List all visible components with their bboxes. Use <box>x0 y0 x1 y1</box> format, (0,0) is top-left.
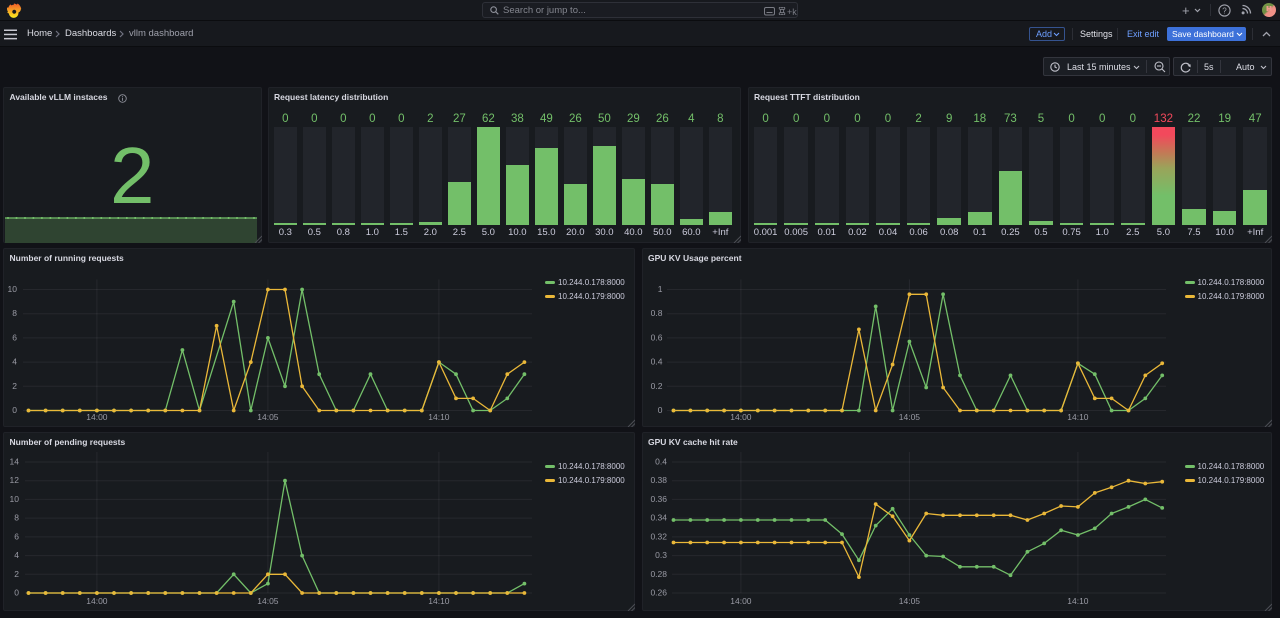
svg-text:0: 0 <box>12 405 17 415</box>
svg-text:14:10: 14:10 <box>428 596 450 606</box>
svg-text:0.34: 0.34 <box>650 513 667 523</box>
svg-text:?: ? <box>1222 6 1227 15</box>
svg-text:14:00: 14:00 <box>730 412 752 422</box>
svg-text:0.26: 0.26 <box>650 588 667 598</box>
svg-text:0: 0 <box>657 405 662 415</box>
svg-text:8: 8 <box>12 308 17 318</box>
svg-text:0.32: 0.32 <box>650 531 667 541</box>
svg-text:14: 14 <box>10 457 20 467</box>
svg-text:14:05: 14:05 <box>898 412 920 422</box>
svg-text:6: 6 <box>14 531 19 541</box>
svg-text:4: 4 <box>14 550 19 560</box>
svg-text:10: 10 <box>10 494 20 504</box>
svg-text:14:10: 14:10 <box>1067 596 1089 606</box>
svg-text:0.4: 0.4 <box>650 357 662 367</box>
svg-text:8: 8 <box>14 513 19 523</box>
svg-text:2: 2 <box>12 381 17 391</box>
svg-text:4: 4 <box>12 357 17 367</box>
svg-text:14:00: 14:00 <box>730 596 752 606</box>
svg-text:14:10: 14:10 <box>1067 412 1089 422</box>
svg-text:0.4: 0.4 <box>655 457 667 467</box>
svg-text:0.28: 0.28 <box>650 569 667 579</box>
svg-text:1: 1 <box>657 284 662 294</box>
svg-text:6: 6 <box>12 332 17 342</box>
svg-text:14:05: 14:05 <box>257 596 279 606</box>
svg-text:14:00: 14:00 <box>86 412 108 422</box>
svg-text:14:05: 14:05 <box>257 412 279 422</box>
svg-text:10: 10 <box>8 284 18 294</box>
svg-text:0.38: 0.38 <box>650 475 667 485</box>
svg-text:14:05: 14:05 <box>898 596 920 606</box>
svg-text:0.6: 0.6 <box>650 332 662 342</box>
svg-text:0.2: 0.2 <box>650 381 662 391</box>
svg-text:14:00: 14:00 <box>86 596 108 606</box>
svg-text:0.3: 0.3 <box>655 550 667 560</box>
svg-text:12: 12 <box>10 475 20 485</box>
svg-text:0.8: 0.8 <box>650 308 662 318</box>
svg-text:2: 2 <box>14 569 19 579</box>
svg-text:14:10: 14:10 <box>428 412 450 422</box>
svg-text:0.36: 0.36 <box>650 494 667 504</box>
svg-text:0: 0 <box>14 588 19 598</box>
